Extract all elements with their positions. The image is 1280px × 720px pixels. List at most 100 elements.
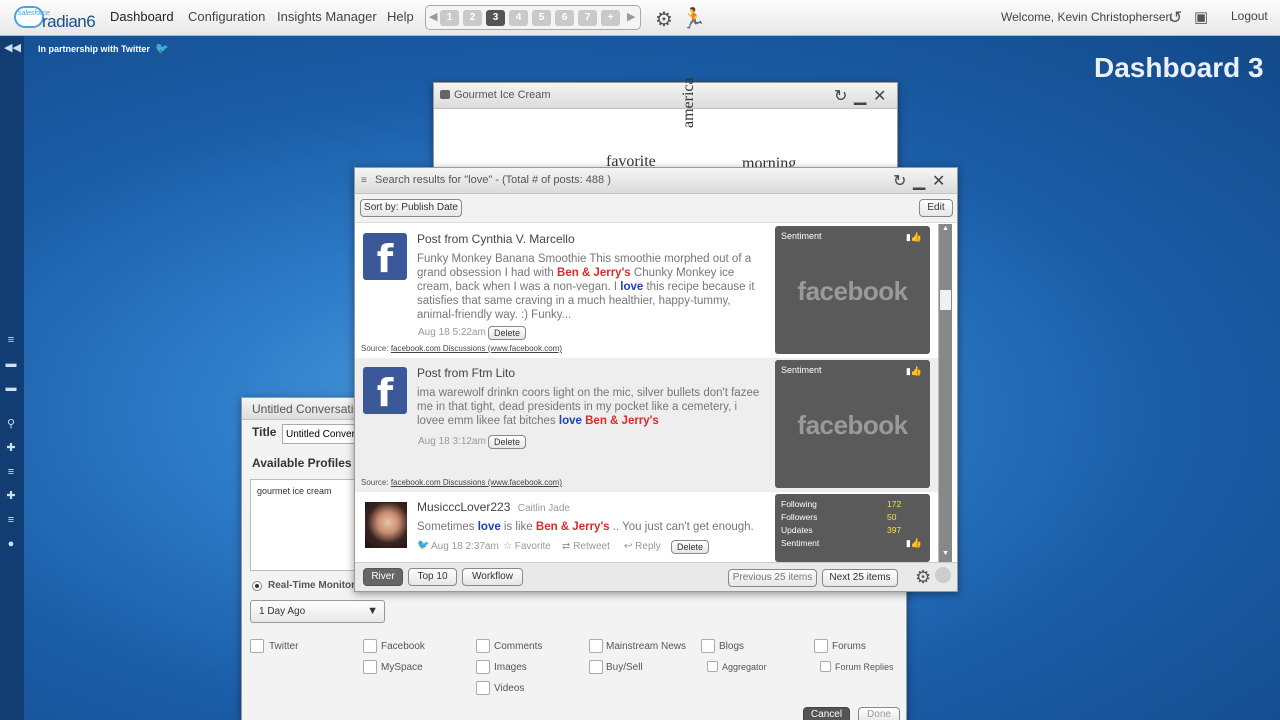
- page-tab-4[interactable]: 4: [509, 10, 528, 26]
- post-title[interactable]: MusicccLover223 Caitlin Jade: [417, 500, 570, 514]
- next-items-button[interactable]: Next 25 items: [822, 569, 898, 587]
- page-tab-3[interactable]: 3: [486, 10, 505, 26]
- cancel-button[interactable]: Cancel: [803, 707, 850, 720]
- delete-button[interactable]: Delete: [488, 435, 526, 449]
- post-time: Aug 18 3:12am: [418, 436, 486, 447]
- search-bottom-bar: River Top 10 Workflow Previous 25 items …: [355, 562, 957, 591]
- add-comment-icon[interactable]: ✚: [4, 442, 18, 454]
- label-aggregator: Aggregator: [722, 662, 767, 672]
- user-settings-icon[interactable]: ●: [4, 538, 18, 550]
- running-person-icon[interactable]: 🏃: [681, 6, 706, 31]
- close-icon[interactable]: ✕: [932, 171, 945, 191]
- checkbox-facebook[interactable]: [363, 639, 377, 653]
- previous-items-button[interactable]: Previous 25 items: [728, 569, 817, 587]
- post-title[interactable]: Post from Cynthia V. Marcello: [417, 232, 575, 246]
- scroll-down-icon[interactable]: ▼: [942, 550, 949, 557]
- cloud-word[interactable]: america: [680, 68, 698, 128]
- checkbox-twitter[interactable]: [250, 639, 264, 653]
- pager-next-icon[interactable]: ▶: [627, 10, 635, 23]
- thumbs-up-icon[interactable]: ▮👍: [906, 366, 922, 377]
- checkbox-forum-replies[interactable]: [820, 661, 831, 672]
- favorite-action[interactable]: ☆ Favorite: [503, 541, 551, 552]
- add-page-button[interactable]: +: [601, 10, 620, 26]
- post-author[interactable]: MusicccLover223: [417, 500, 510, 514]
- minimize-icon[interactable]: ▁: [854, 86, 866, 106]
- tab-workflow[interactable]: Workflow: [462, 568, 523, 586]
- tab-river[interactable]: River: [363, 568, 403, 586]
- checkbox-comments[interactable]: [476, 639, 490, 653]
- close-icon[interactable]: ✕: [873, 86, 886, 106]
- welcome-text: Welcome, Kevin Christophersen: [1001, 10, 1173, 24]
- comment-icon[interactable]: ▬: [4, 358, 18, 370]
- conversation-title-input[interactable]: [282, 424, 362, 444]
- nav-help[interactable]: Help: [387, 9, 414, 24]
- workflow-icon[interactable]: ≡: [4, 514, 18, 526]
- collapse-icon[interactable]: ◀◀: [4, 42, 21, 54]
- post-item[interactable]: f Post from Cynthia V. Marcello Funky Mo…: [355, 224, 939, 358]
- logo-radian6-text: radian6: [42, 12, 96, 31]
- gear-icon[interactable]: ⚙: [655, 7, 673, 32]
- scroll-up-icon[interactable]: ▲: [942, 225, 949, 232]
- profile-item[interactable]: gourmet ice cream: [257, 486, 332, 496]
- source-label: Source:: [361, 478, 389, 487]
- logout-link[interactable]: Logout: [1231, 9, 1268, 23]
- search-person-icon[interactable]: ⚲: [4, 418, 18, 430]
- nav-configuration[interactable]: Configuration: [188, 9, 265, 24]
- minimize-icon[interactable]: ▁: [913, 171, 925, 191]
- done-button[interactable]: Done: [858, 707, 900, 720]
- checkbox-aggregator[interactable]: [707, 661, 718, 672]
- nav-insights-manager[interactable]: Insights Manager: [277, 9, 377, 24]
- checkbox-images[interactable]: [476, 660, 490, 674]
- checkbox-blogs[interactable]: [701, 639, 715, 653]
- inbox-icon[interactable]: ▣: [1194, 8, 1208, 26]
- gear-icon[interactable]: ⚙: [915, 567, 931, 588]
- reply-action[interactable]: ↩ Reply: [624, 541, 661, 552]
- refresh-icon[interactable]: ↻: [834, 86, 847, 106]
- source-link[interactable]: facebook.com Discussions (www.facebook.c…: [391, 478, 562, 487]
- scrollbar[interactable]: ▲ ▼: [938, 224, 952, 562]
- edit-button[interactable]: Edit: [919, 199, 953, 217]
- delete-button[interactable]: Delete: [671, 540, 709, 554]
- thumbs-up-icon[interactable]: ▮👍: [906, 232, 922, 243]
- page-tab-2[interactable]: 2: [463, 10, 482, 26]
- stream-icon[interactable]: ≡: [4, 334, 18, 346]
- post-title[interactable]: Post from Ftm Lito: [417, 366, 515, 380]
- radian6-logo[interactable]: salesforce radian6: [14, 4, 98, 32]
- retweet-action[interactable]: ⇄ Retweet: [562, 541, 610, 552]
- post-item[interactable]: f Post from Ftm Lito ima warewolf drinkn…: [355, 358, 939, 492]
- delete-button[interactable]: Delete: [488, 326, 526, 340]
- page-tab-6[interactable]: 6: [555, 10, 574, 26]
- refresh-icon[interactable]: ↻: [893, 171, 906, 191]
- scroll-thumb[interactable]: [940, 290, 951, 310]
- tab-top-10[interactable]: Top 10: [408, 568, 457, 586]
- profiles-list[interactable]: gourmet ice cream: [250, 479, 362, 571]
- date-range-dropdown[interactable]: 1 Day Ago ▼: [250, 600, 385, 623]
- realtime-radio[interactable]: [252, 581, 262, 591]
- thumbs-up-icon[interactable]: ▮👍: [906, 538, 922, 549]
- checkbox-mainstream-news[interactable]: [589, 639, 603, 653]
- add-list-icon[interactable]: ≡: [4, 466, 18, 478]
- sort-button[interactable]: Sort by: Publish Date: [360, 199, 462, 217]
- post-item[interactable]: MusicccLover223 Caitlin Jade Sometimes l…: [355, 492, 939, 562]
- refresh-icon[interactable]: ↺: [1168, 8, 1182, 28]
- help-circle-icon[interactable]: [935, 567, 951, 583]
- page-tab-5[interactable]: 5: [532, 10, 551, 26]
- page-tab-1[interactable]: 1: [440, 10, 459, 26]
- message-icon[interactable]: ▬: [4, 382, 18, 394]
- add-profile-icon[interactable]: ✚: [4, 490, 18, 502]
- avatar[interactable]: [365, 502, 407, 548]
- search-results-titlebar[interactable]: ≡ Search results for "love" - (Total # o…: [355, 168, 957, 194]
- source-link[interactable]: facebook.com Discussions (www.facebook.c…: [391, 344, 562, 353]
- checkbox-videos[interactable]: [476, 681, 490, 695]
- page-tab-7[interactable]: 7: [578, 10, 597, 26]
- checkbox-buy-sell[interactable]: [589, 660, 603, 674]
- post-source: Source: facebook.com Discussions (www.fa…: [361, 478, 562, 487]
- checkbox-myspace[interactable]: [363, 660, 377, 674]
- retweet-icon: ⇄: [562, 541, 571, 552]
- pager-prev-icon[interactable]: ◀: [429, 10, 437, 23]
- post-time: Aug 18 5:22am: [418, 327, 486, 338]
- nav-dashboard[interactable]: Dashboard: [110, 9, 174, 24]
- word-cloud-titlebar[interactable]: Gourmet Ice Cream ↻ ▁ ✕: [434, 83, 897, 109]
- dashboard-pager: ◀ 1 2 3 4 5 6 7 + ▶: [425, 5, 641, 30]
- checkbox-forums[interactable]: [814, 639, 828, 653]
